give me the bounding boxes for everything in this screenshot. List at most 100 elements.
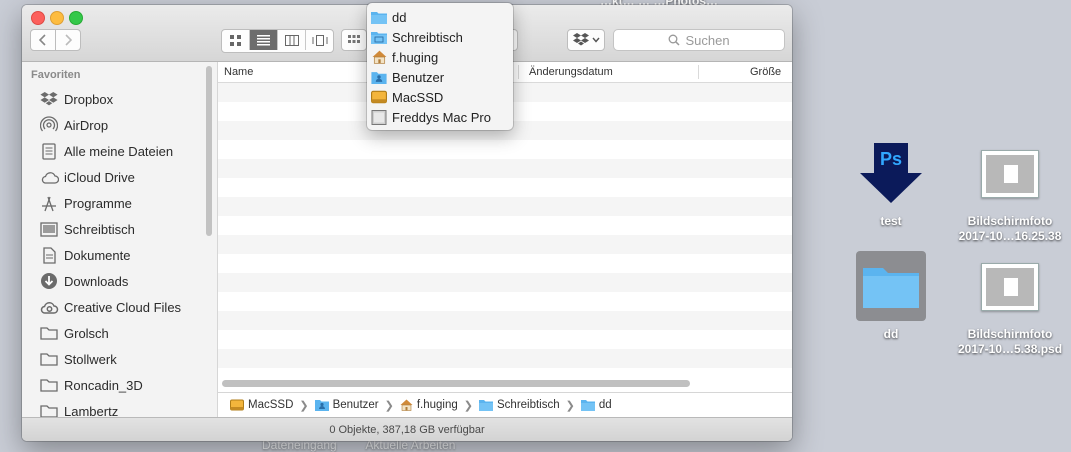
empty-row: [218, 330, 792, 349]
cover-flow-view-button[interactable]: [306, 30, 333, 50]
empty-row: [218, 178, 792, 197]
folder-icon: [39, 324, 59, 342]
arrange-icon: [348, 35, 360, 43]
column-header-size[interactable]: Größe: [750, 66, 781, 78]
folder-icon: [371, 9, 387, 25]
path-item-benutzer[interactable]: Benutzer: [314, 399, 379, 411]
sidebar-item-label: Stollwerk: [64, 351, 117, 367]
screenshot-thumbnail: [981, 263, 1039, 311]
column-header-name[interactable]: Name: [224, 66, 253, 78]
arrange-button[interactable]: [341, 29, 367, 51]
sidebar-item-label: Schreibtisch: [64, 221, 135, 237]
menu-item-macssd[interactable]: MacSSD: [367, 87, 513, 107]
sidebar-item-roncadin[interactable]: Roncadin_3D: [22, 372, 217, 398]
creative-cloud-icon: [39, 298, 59, 316]
sidebar-item-label: AirDrop: [64, 117, 109, 133]
sidebar-item-grolsch[interactable]: Grolsch: [22, 320, 217, 346]
airdrop-icon: [39, 116, 59, 134]
sidebar-item-dokumente[interactable]: Dokumente: [22, 242, 217, 268]
path-item-label: MacSSD: [248, 399, 294, 411]
sidebar-item-stollwerk[interactable]: Stollwerk: [22, 346, 217, 372]
path-popup-menu: dd Schreibtisch f.huging Benutzer MacSSD…: [367, 3, 513, 130]
sidebar-item-label: Dropbox: [64, 91, 114, 107]
desktop-icon-test[interactable]: Ps test: [831, 143, 951, 229]
users-folder-icon: [371, 69, 387, 85]
minimize-window-button[interactable]: [50, 11, 64, 25]
empty-row: [218, 235, 792, 254]
sidebar-item-creative-cloud[interactable]: Creative Cloud Files: [22, 294, 217, 320]
sidebar-scrollbar[interactable]: [206, 66, 212, 236]
sidebar-item-dropbox[interactable]: Dropbox: [22, 86, 217, 112]
empty-row: [218, 254, 792, 273]
sidebar-item-lambertz[interactable]: Lambertz: [22, 398, 217, 417]
cover-flow-icon: [312, 34, 327, 46]
sidebar-item-label: Roncadin_3D: [64, 377, 143, 393]
menu-item-freddys-mac-pro[interactable]: Freddys Mac Pro: [367, 107, 513, 127]
desktop-icon-label: Bildschirmfoto 2017-10…16.25.38: [958, 214, 1062, 243]
hard-drive-icon: [230, 399, 244, 411]
path-item-macssd[interactable]: MacSSD: [230, 399, 293, 411]
chevron-down-icon: [591, 37, 600, 43]
sidebar-item-label: Programme: [64, 195, 132, 211]
sidebar-item-schreibtisch[interactable]: Schreibtisch: [22, 216, 217, 242]
sidebar-item-label: Creative Cloud Files: [64, 299, 182, 315]
path-item-schreibtisch[interactable]: Schreibtisch: [479, 399, 560, 411]
column-view-button[interactable]: [278, 30, 306, 50]
sidebar-item-label: Lambertz: [64, 403, 119, 418]
hard-drive-icon: [371, 89, 387, 105]
empty-row: [218, 159, 792, 178]
desktop-icon-screenshot-1[interactable]: Bildschirmfoto 2017-10…16.25.38: [950, 150, 1070, 244]
empty-row: [218, 216, 792, 235]
menu-item-benutzer[interactable]: Benutzer: [367, 67, 513, 87]
folder-icon: [39, 402, 59, 417]
menu-item-dd[interactable]: dd: [367, 7, 513, 27]
menu-item-label: dd: [392, 9, 407, 25]
back-button[interactable]: [30, 29, 56, 51]
close-window-button[interactable]: [31, 11, 45, 25]
sidebar-item-all-files[interactable]: Alle meine Dateien: [22, 138, 217, 164]
chevron-right-icon: ❯: [565, 399, 575, 412]
photoshop-download-icon: Ps: [860, 143, 922, 203]
chevron-left-icon: [39, 34, 46, 46]
dropbox-menu-button[interactable]: [567, 29, 605, 51]
menu-item-label: Freddys Mac Pro: [392, 109, 491, 125]
column-header-date[interactable]: Änderungsdatum: [529, 66, 613, 78]
sidebar-item-downloads[interactable]: Downloads: [22, 268, 217, 294]
column-divider[interactable]: [518, 65, 519, 79]
folder-icon: [39, 350, 59, 368]
path-item-fhuging[interactable]: f.huging: [400, 399, 458, 411]
column-divider[interactable]: [698, 65, 699, 79]
status-text: 0 Objekte, 387,18 GB verfügbar: [329, 424, 485, 436]
empty-row: [218, 273, 792, 292]
selected-folder: [856, 251, 926, 321]
desktop-icon-dd[interactable]: dd: [831, 251, 951, 342]
applications-icon: [39, 194, 59, 212]
chevron-right-icon: ❯: [463, 399, 473, 412]
sidebar-item-airdrop[interactable]: AirDrop: [22, 112, 217, 138]
horizontal-scrollbar[interactable]: [222, 380, 690, 387]
screenshot-thumbnail: [981, 150, 1039, 198]
icon-view-button[interactable]: [222, 30, 250, 50]
folder-icon: [580, 400, 595, 411]
forward-button[interactable]: [55, 29, 81, 51]
menu-item-schreibtisch[interactable]: Schreibtisch: [367, 27, 513, 47]
svg-text:Ps: Ps: [880, 149, 902, 169]
zoom-window-button[interactable]: [69, 11, 83, 25]
desktop-icon-screenshot-2[interactable]: Bildschirmfoto 2017-10…5.38.psd: [950, 263, 1070, 357]
chevron-right-icon: [65, 34, 72, 46]
menu-item-label: Benutzer: [392, 69, 445, 85]
menu-item-fhuging[interactable]: f.huging: [367, 47, 513, 67]
computer-icon: [371, 109, 387, 125]
search-field[interactable]: Suchen: [613, 29, 785, 51]
sidebar-item-programme[interactable]: Programme: [22, 190, 217, 216]
list-view-button[interactable]: [250, 30, 278, 50]
sidebar-item-label: iCloud Drive: [64, 169, 135, 185]
path-item-label: dd: [598, 399, 612, 411]
path-item-dd[interactable]: dd: [580, 399, 612, 411]
folder-icon: [39, 376, 59, 394]
sidebar-item-icloud-drive[interactable]: iCloud Drive: [22, 164, 217, 190]
download-icon: [39, 272, 59, 290]
folder-icon: [863, 268, 919, 308]
search-placeholder: Suchen: [685, 32, 730, 48]
path-item-label: f.huging: [416, 399, 458, 411]
